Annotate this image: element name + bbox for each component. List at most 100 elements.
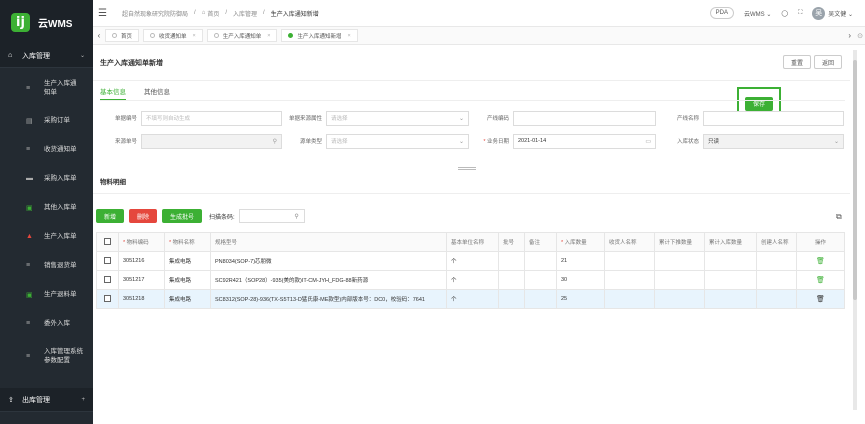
delete-row-icon[interactable]: 🗑 — [796, 270, 845, 290]
tab-production-notice[interactable]: 生产入库通知单 × — [206, 29, 278, 42]
chat-icon[interactable]: ◯ — [781, 10, 788, 17]
cell-spec[interactable]: SC8312(SOP-28)-936(TX-S5T13-D猛氏康-ME款型)内部… — [210, 289, 447, 309]
cell-code[interactable]: 3051218 — [118, 289, 165, 309]
col-header: 操作 — [796, 232, 845, 252]
row-checkbox[interactable] — [96, 270, 119, 290]
tab-receipt-notice[interactable]: 收货通知单 × — [143, 29, 203, 42]
cell-batch[interactable] — [498, 289, 525, 309]
cell-remark[interactable] — [524, 289, 557, 309]
source-prop-select[interactable]: 请选择 ⌄ — [326, 110, 469, 126]
cell-unit[interactable]: 个 — [446, 270, 499, 290]
cell-qty[interactable]: 25 — [556, 289, 605, 309]
line-code-input[interactable] — [513, 110, 656, 126]
sidebar-item-purchase-order[interactable]: ▤ 采购订单 — [0, 106, 93, 135]
cell-spec[interactable]: PN8034(SOP-7)芯朋微 — [210, 251, 447, 271]
box-icon: ▣ — [26, 204, 33, 212]
tabs-prev-icon[interactable]: ‹ — [93, 31, 105, 40]
source-no-input[interactable]: ⚲ — [141, 133, 282, 149]
cell-batch[interactable] — [498, 270, 525, 290]
cell-inbound — [704, 270, 757, 290]
reset-button[interactable]: 重置 — [783, 55, 812, 69]
close-icon[interactable]: × — [348, 33, 351, 39]
search-icon[interactable]: ⚲ — [273, 138, 277, 145]
cell-name[interactable]: 集成电路 — [164, 251, 211, 271]
breadcrumb-item[interactable]: 入库管理 — [233, 9, 257, 18]
delete-row-icon[interactable]: 🗑 — [796, 289, 845, 309]
scan-barcode-input[interactable]: ⚲ — [238, 209, 305, 223]
export-icon[interactable]: ⧉ — [836, 212, 842, 222]
cell-batch[interactable] — [498, 251, 525, 271]
cell-unit[interactable]: 个 — [446, 289, 499, 309]
sidebar-item-outsource-inbound[interactable]: ≡ 委外入库 — [0, 309, 93, 338]
cell-qty[interactable]: 21 — [556, 251, 605, 271]
home-icon: ⌂ — [8, 52, 13, 59]
tab-basic-info[interactable]: 基本信息 — [100, 86, 126, 100]
collapse-handle[interactable] — [458, 167, 476, 170]
user-menu[interactable]: 吴文健 ⌄ — [828, 9, 853, 18]
row-checkbox[interactable] — [96, 289, 119, 309]
sidebar-item-sales-return[interactable]: ≡ 销售退货单 — [0, 251, 93, 280]
search-icon[interactable]: ⚲ — [294, 213, 298, 220]
app-name: 云WMS — [38, 18, 73, 30]
cell-unit[interactable]: 个 — [446, 251, 499, 271]
cell-code[interactable]: 3051217 — [118, 270, 165, 290]
cell-name[interactable]: 集成电路 — [164, 270, 211, 290]
pda-button[interactable]: PDA — [709, 7, 735, 19]
sidebar-item-other-inbound[interactable]: ▣ 其他入库单 — [0, 193, 93, 222]
sidebar-item-production-notice[interactable]: ≡ 生产入库通知单 — [0, 70, 93, 106]
tabs-next-icon[interactable]: › — [848, 31, 851, 40]
source-type-select[interactable]: 请选择 ⌄ — [326, 133, 469, 149]
close-icon[interactable]: × — [193, 33, 196, 39]
doc-no-input[interactable]: 不填写则自动生成 — [141, 110, 282, 126]
in-status-select[interactable]: 只读 ⌄ — [703, 133, 844, 149]
sidebar-item-receipt-notice[interactable]: ≡ 收货通知单 — [0, 135, 93, 164]
row-checkbox[interactable] — [96, 251, 119, 271]
cell-name[interactable]: 集成电路 — [164, 289, 211, 309]
cell-inbound — [704, 251, 757, 271]
sidebar-item-purchase-inbound[interactable]: ▬ 采购入库单 — [0, 164, 93, 193]
sidebar-item-material-return[interactable]: ▣ 生产退料单 — [0, 280, 93, 309]
biz-date-input[interactable]: 2021-01-14 ▭ — [513, 133, 656, 149]
fullscreen-icon[interactable]: ⛶ — [798, 10, 802, 17]
table-row[interactable]: 3051218 集成电路 SC8312(SOP-28)-936(TX-S5T13… — [96, 289, 845, 309]
cell-code[interactable]: 3051216 — [118, 251, 165, 271]
menu-group-inbound[interactable]: ⌂ 入库管理 ⌄ — [0, 44, 93, 68]
col-header: 规格型号 — [210, 232, 447, 252]
col-header: 收货人名称 — [604, 232, 655, 252]
cell-spec[interactable]: SC92R421（SOP28）-935(美的款)IT-CM-JYH_FDG-88… — [210, 270, 447, 290]
menu-group-outbound[interactable]: ⇪ 出库管理 + — [0, 388, 93, 412]
breadcrumb-item[interactable]: 超自然现象研究院防御局 — [122, 9, 188, 18]
vertical-scrollbar[interactable] — [853, 50, 857, 410]
tab-home[interactable]: 首页 — [105, 29, 140, 42]
close-icon[interactable]: × — [267, 33, 270, 39]
breadcrumb-separator: / — [194, 10, 196, 16]
topbar-right: PDA 云WMS ⌄ ◯ ⛶ 吴 吴文健 ⌄ — [709, 6, 865, 20]
generate-batch-button[interactable]: 生成批号 — [162, 209, 203, 223]
delete-rows-button[interactable]: 删除 — [129, 209, 158, 223]
menu-toggle-icon[interactable]: ☰ — [98, 8, 112, 19]
tabs-more-icon[interactable]: ⊙ — [857, 32, 863, 40]
back-button[interactable]: 返回 — [814, 55, 843, 69]
save-button[interactable]: 保存 — [744, 96, 773, 111]
cell-receiver[interactable] — [604, 251, 655, 271]
cell-remark[interactable] — [524, 270, 557, 290]
table-row[interactable]: 3051217 集成电路 SC92R421（SOP28）-935(美的款)IT-… — [96, 270, 845, 290]
sidebar-item-inbound-config[interactable]: ≡ 入库管理系统参数配置 — [0, 338, 93, 374]
cell-receiver[interactable] — [604, 289, 655, 309]
tab-production-notice-new[interactable]: 生产入库通知新增 × — [281, 29, 358, 42]
tab-label: 生产入库通知单 — [222, 33, 262, 40]
select-all-checkbox[interactable] — [96, 232, 119, 252]
scrollbar-thumb[interactable] — [853, 60, 857, 300]
avatar[interactable]: 吴 — [812, 6, 826, 20]
app-switcher[interactable]: 云WMS ⌄ — [744, 9, 771, 18]
line-name-input[interactable] — [703, 110, 844, 126]
add-row-button[interactable]: 新增 — [96, 209, 125, 223]
cell-remark[interactable] — [524, 251, 557, 271]
delete-row-icon[interactable]: 🗑 — [796, 251, 845, 271]
cell-qty[interactable]: 30 — [556, 270, 605, 290]
tab-other-info[interactable]: 其他信息 — [144, 86, 170, 100]
breadcrumb-item[interactable]: 首页 — [207, 9, 219, 18]
cell-receiver[interactable] — [604, 270, 655, 290]
table-row[interactable]: 3051216 集成电路 PN8034(SOP-7)芯朋微 个 21 🗑 — [96, 251, 845, 271]
sidebar-item-production-inbound[interactable]: ▲ 生产入库单 — [0, 222, 93, 251]
